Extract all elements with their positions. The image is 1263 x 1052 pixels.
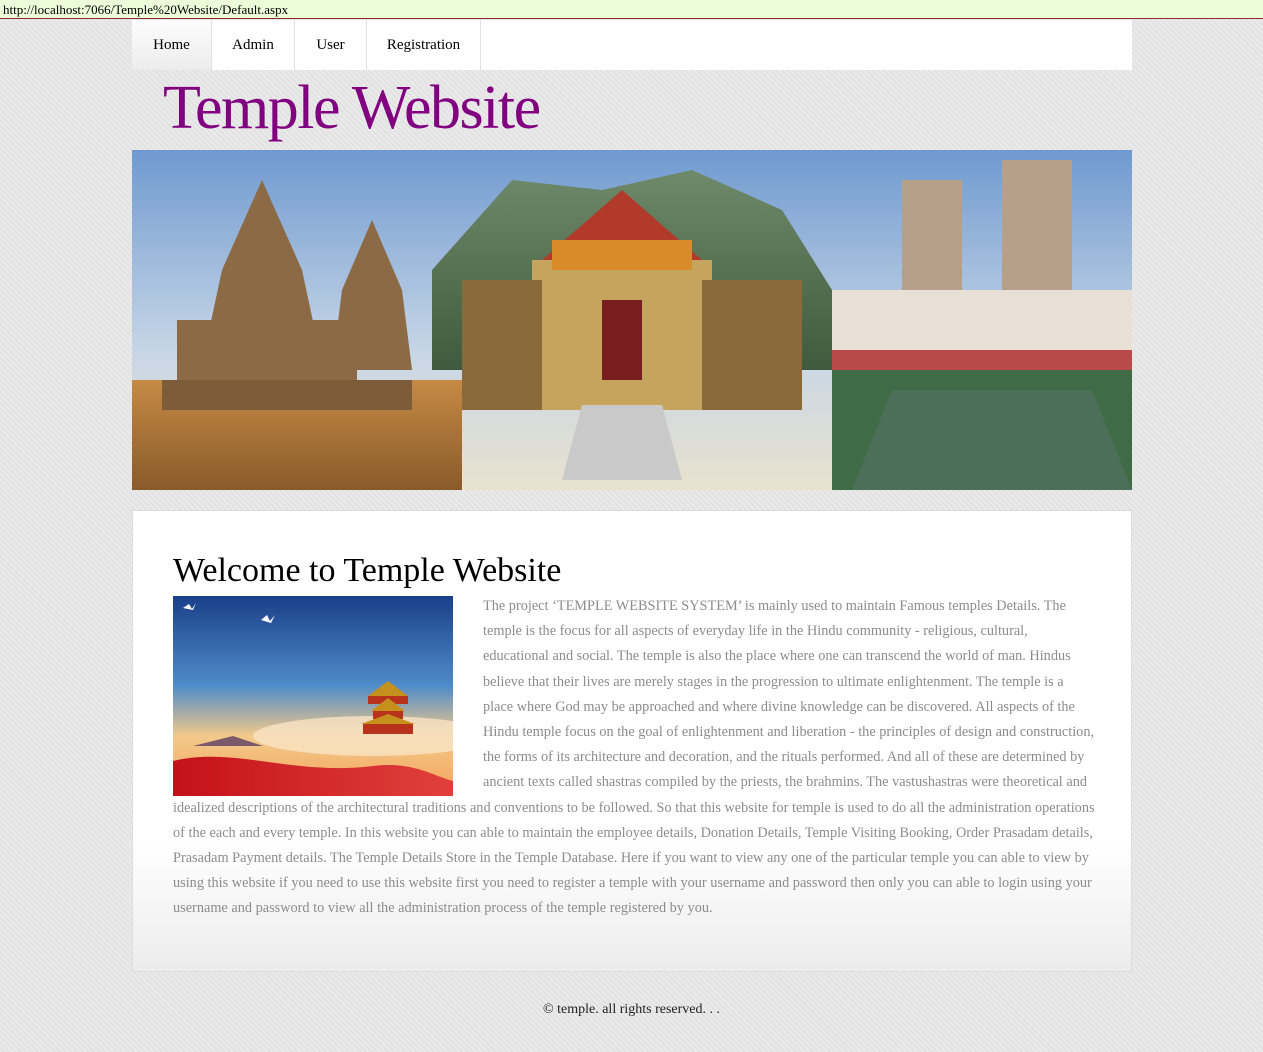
nav-home[interactable]: Home <box>132 20 212 70</box>
nav-user[interactable]: User <box>295 20 367 70</box>
welcome-text-block: The project ‘TEMPLE WEBSITE SYSTEM’ is m… <box>173 594 1095 922</box>
top-navigation: Home Admin User Registration <box>132 20 1132 70</box>
content-panel: Welcome to Temple Website The project ‘T… <box>132 510 1132 972</box>
nav-registration[interactable]: Registration <box>367 20 481 70</box>
nav-admin[interactable]: Admin <box>212 20 295 70</box>
footer-copyright: © temple. all rights reserved. . . <box>542 1002 721 1017</box>
address-bar[interactable]: http://localhost:7066/Temple%20Website/D… <box>0 0 1263 19</box>
site-title: Temple Website <box>163 74 541 142</box>
temple-banner-image <box>132 150 1132 490</box>
welcome-heading: Welcome to Temple Website <box>173 552 562 589</box>
